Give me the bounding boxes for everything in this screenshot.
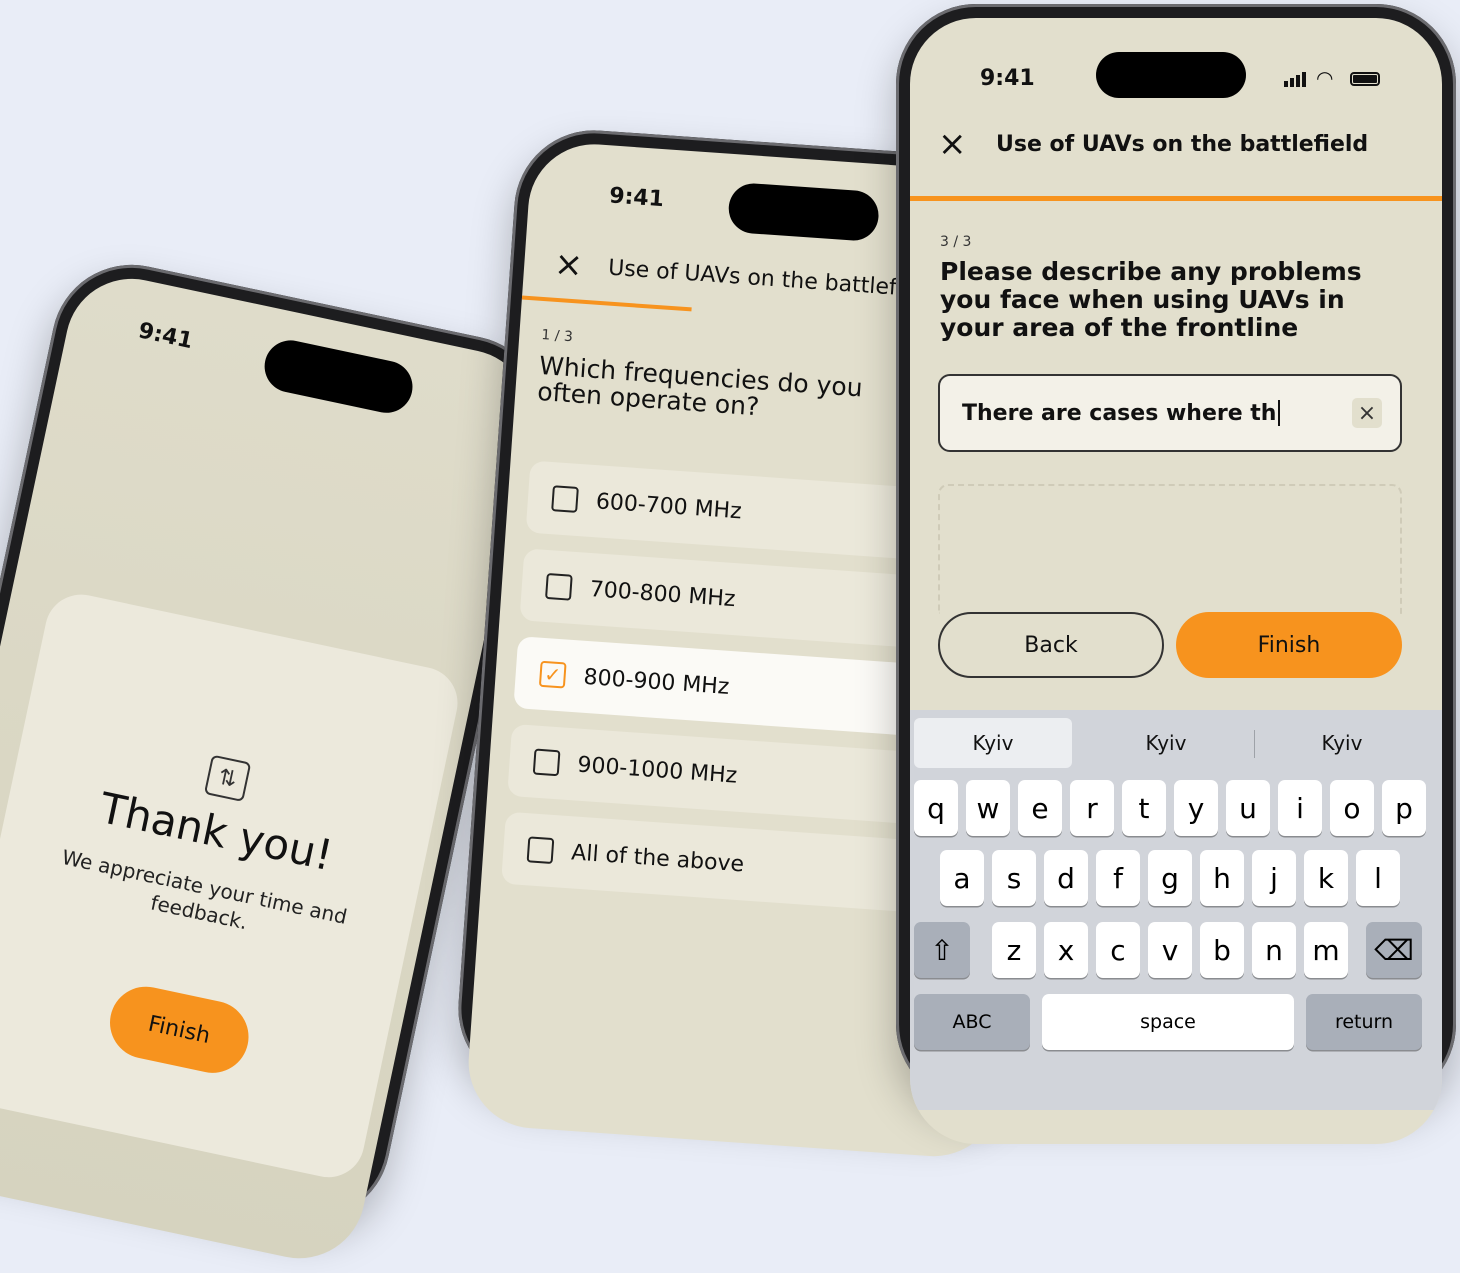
key-n[interactable]: n [1252, 922, 1296, 978]
finish-button[interactable]: Finish [103, 979, 256, 1080]
key-h[interactable]: h [1200, 850, 1244, 906]
suggestion-1[interactable]: Kyiv [914, 718, 1072, 768]
answer-text: There are cases where th [962, 400, 1277, 426]
checkbox-icon[interactable] [526, 836, 555, 865]
back-button[interactable]: Back [938, 612, 1164, 678]
download-icon: ⇅ [203, 754, 252, 803]
status-time: 9:41 [608, 183, 665, 213]
key-v[interactable]: v [1148, 922, 1192, 978]
suggestion-divider [1254, 730, 1255, 758]
checkbox-checked-icon[interactable]: ✓ [538, 660, 567, 689]
key-a[interactable]: a [940, 850, 984, 906]
survey-title: Use of UAVs on the battlefield [607, 255, 938, 304]
thank-you-card: ⇅ Thank you! We appreciate your time and… [0, 587, 465, 1184]
space-key[interactable]: space [1042, 994, 1294, 1050]
dynamic-island [1096, 52, 1246, 98]
screen: 9:41 ⇅ Thank you! We appreciate your tim… [0, 266, 543, 1271]
signal-icon [1284, 72, 1306, 87]
option-label: 700-800 MHz [588, 576, 737, 612]
status-time: 9:41 [136, 318, 195, 355]
option-label: 600-700 MHz [595, 488, 743, 524]
key-w[interactable]: w [966, 780, 1010, 836]
key-q[interactable]: q [914, 780, 958, 836]
key-k[interactable]: k [1304, 850, 1348, 906]
key-i[interactable]: i [1278, 780, 1322, 836]
dynamic-island [727, 181, 881, 243]
key-s[interactable]: s [992, 850, 1036, 906]
key-x[interactable]: x [1044, 922, 1088, 978]
key-o[interactable]: o [1330, 780, 1374, 836]
battery-icon [1350, 72, 1380, 86]
text-cursor [1278, 400, 1281, 426]
phone-question-3: 9:41 ◠ × Use of UAVs on the battlefield … [896, 4, 1456, 1144]
return-key[interactable]: return [1306, 994, 1422, 1050]
option-label: All of the above [570, 839, 745, 877]
survey-title: Use of UAVs on the battlefield [996, 132, 1369, 157]
key-j[interactable]: j [1252, 850, 1296, 906]
checkbox-icon[interactable] [532, 748, 561, 777]
status-time: 9:41 [980, 66, 1035, 91]
dynamic-island [259, 335, 418, 418]
screen: 9:41 ◠ × Use of UAVs on the battlefield … [910, 18, 1442, 1144]
key-r[interactable]: r [1070, 780, 1114, 836]
close-icon[interactable]: × [938, 124, 967, 164]
key-u[interactable]: u [1226, 780, 1270, 836]
finish-button[interactable]: Finish [1176, 612, 1402, 678]
key-e[interactable]: e [1018, 780, 1062, 836]
key-g[interactable]: g [1148, 850, 1192, 906]
step-counter: 3 / 3 [940, 234, 972, 250]
option-label: 900-1000 MHz [576, 752, 738, 789]
abc-key[interactable]: ABC [914, 994, 1030, 1050]
key-c[interactable]: c [1096, 922, 1140, 978]
key-z[interactable]: z [992, 922, 1036, 978]
step-counter: 1 / 3 [540, 327, 574, 346]
progress-fill [910, 196, 1442, 201]
key-p[interactable]: p [1382, 780, 1426, 836]
progress-fill [521, 295, 692, 312]
key-b[interactable]: b [1200, 922, 1244, 978]
wifi-icon: ◠ [1316, 66, 1334, 90]
checkbox-icon[interactable] [545, 572, 573, 601]
suggestion-3[interactable]: Kyiv [1262, 718, 1422, 768]
clear-icon[interactable]: × [1352, 398, 1382, 428]
shift-key[interactable]: ⇧ [914, 922, 970, 978]
backspace-key[interactable]: ⌫ [1366, 922, 1422, 978]
question-text: Which frequencies do you often operate o… [536, 350, 864, 422]
key-t[interactable]: t [1122, 780, 1166, 836]
key-m[interactable]: m [1304, 922, 1348, 978]
key-y[interactable]: y [1174, 780, 1218, 836]
suggestion-2[interactable]: Kyiv [1086, 718, 1246, 768]
key-d[interactable]: d [1044, 850, 1088, 906]
option-label: 800-900 MHz [582, 664, 731, 700]
keyboard: Kyiv Kyiv Kyiv qwertyuiop asdfghjkl zxcv… [910, 710, 1442, 1110]
answer-input[interactable]: There are cases where th × [938, 374, 1402, 452]
key-f[interactable]: f [1096, 850, 1140, 906]
question-text: Please describe any problems you face wh… [940, 257, 1362, 342]
key-l[interactable]: l [1356, 850, 1400, 906]
progress-track [910, 196, 1442, 201]
dashed-placeholder [938, 484, 1402, 614]
close-icon[interactable]: × [553, 244, 584, 286]
checkbox-icon[interactable] [551, 485, 579, 513]
